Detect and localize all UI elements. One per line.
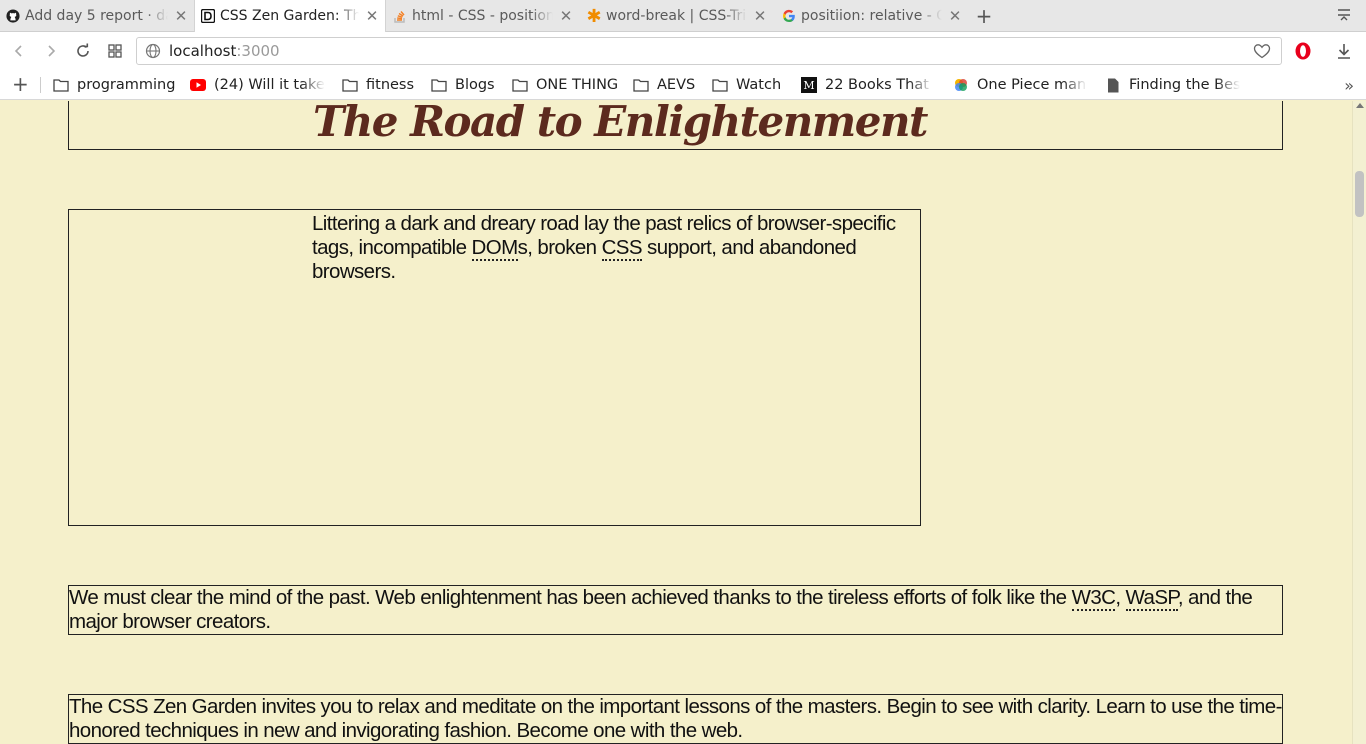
back-button[interactable] bbox=[8, 40, 30, 62]
folder-icon bbox=[342, 77, 358, 93]
google-icon bbox=[782, 9, 796, 23]
close-tab-icon[interactable]: ✕ bbox=[948, 9, 962, 24]
grid-icon bbox=[108, 44, 122, 58]
folder-icon bbox=[512, 77, 528, 93]
tab-css-zen-garden[interactable]: CSS Zen Garden: The ✕ bbox=[194, 0, 386, 32]
explanation-section: We must clear the mind of the past. Web … bbox=[68, 585, 1283, 635]
reload-icon bbox=[77, 43, 89, 57]
folder-icon bbox=[712, 77, 728, 93]
medium-icon: M bbox=[801, 77, 817, 93]
document-icon bbox=[1105, 77, 1121, 93]
bookmark-folder-blogs[interactable]: Blogs bbox=[431, 76, 495, 94]
globe-icon bbox=[145, 43, 161, 59]
bookmarks-separator bbox=[40, 77, 41, 93]
reload-button[interactable] bbox=[72, 40, 94, 62]
youtube-icon bbox=[190, 77, 206, 93]
tab-google-search[interactable]: positiion: relative - G ✕ bbox=[776, 0, 968, 32]
add-bookmark-button[interactable]: + bbox=[12, 74, 29, 94]
stackoverflow-icon bbox=[393, 9, 407, 23]
bookmark-folder-fitness[interactable]: fitness bbox=[342, 76, 414, 94]
tab-list-menu-icon[interactable] bbox=[1336, 7, 1352, 23]
page-header: The Road to Enlightenment bbox=[68, 101, 1283, 150]
participation-paragraph: The CSS Zen Garden invites you to relax … bbox=[69, 695, 1282, 742]
abbr-dom: DOM bbox=[471, 236, 518, 261]
bookmark-youtube[interactable]: (24) Will it take r bbox=[190, 76, 325, 94]
page-viewport: The Road to Enlightenment Littering a da… bbox=[0, 101, 1352, 744]
folder-icon bbox=[431, 77, 447, 93]
intro-paragraph: Littering a dark and dreary road lay the… bbox=[312, 212, 896, 283]
pinwheel-icon bbox=[953, 77, 969, 93]
url-port: :3000 bbox=[236, 42, 280, 60]
download-icon[interactable] bbox=[1336, 42, 1352, 60]
folder-icon bbox=[53, 77, 69, 93]
bookmark-folder-one-thing[interactable]: ONE THING bbox=[512, 76, 618, 94]
opera-icon[interactable] bbox=[1294, 42, 1312, 60]
bookmark-folder-watch[interactable]: Watch bbox=[712, 76, 781, 94]
forward-arrow-icon bbox=[48, 45, 56, 57]
forward-button[interactable] bbox=[40, 40, 62, 62]
back-arrow-icon bbox=[14, 45, 22, 57]
tab-css-tricks[interactable]: ✱ word-break | CSS-Tric ✕ bbox=[581, 0, 773, 32]
abbr-css: CSS bbox=[601, 236, 643, 261]
tab-stackoverflow[interactable]: html - CSS - position ✕ bbox=[387, 0, 579, 32]
intro-section: Littering a dark and dreary road lay the… bbox=[68, 209, 921, 526]
url-host: localhost bbox=[169, 42, 237, 60]
abbr-w3c: W3C bbox=[1071, 586, 1116, 611]
speed-dial-button[interactable] bbox=[104, 40, 126, 62]
bookmark-finding-the-best[interactable]: Finding the Best bbox=[1105, 76, 1240, 94]
bookmark-folder-aevs[interactable]: AEVS bbox=[633, 76, 695, 94]
abbr-wasp: WaSP bbox=[1125, 586, 1178, 611]
csstricks-icon: ✱ bbox=[586, 5, 602, 27]
bookmark-one-piece[interactable]: One Piece mang bbox=[953, 76, 1087, 94]
page-title: The Road to Enlightenment bbox=[313, 101, 928, 146]
participation-section: The CSS Zen Garden invites you to relax … bbox=[68, 694, 1283, 744]
explanation-paragraph: We must clear the mind of the past. Web … bbox=[69, 586, 1253, 633]
close-tab-icon[interactable]: ✕ bbox=[753, 9, 767, 24]
folder-icon bbox=[633, 77, 649, 93]
address-bar[interactable]: localhost:3000 bbox=[136, 37, 1282, 65]
tab-bar: Add day 5 report · da ✕ CSS Zen Garden: … bbox=[0, 0, 1366, 32]
scrollbar-thumb[interactable] bbox=[1355, 171, 1364, 217]
bookmark-heart-icon[interactable] bbox=[1253, 43, 1271, 59]
bookmarks-bar: + programming (24) Will it take r fitnes… bbox=[0, 70, 1366, 100]
vertical-scrollbar[interactable] bbox=[1352, 101, 1366, 744]
scroll-up-arrow-icon[interactable] bbox=[1356, 103, 1364, 108]
dev-icon bbox=[201, 9, 215, 23]
bookmarks-overflow-chevron-icon[interactable]: » bbox=[1344, 76, 1354, 95]
close-tab-icon[interactable]: ✕ bbox=[559, 9, 573, 24]
github-icon bbox=[6, 9, 20, 23]
bookmark-folder-programming[interactable]: programming bbox=[53, 76, 175, 94]
tab-github[interactable]: Add day 5 report · da ✕ bbox=[0, 0, 194, 32]
close-tab-icon[interactable]: ✕ bbox=[365, 9, 379, 24]
new-tab-button[interactable]: + bbox=[974, 4, 994, 28]
navigation-toolbar: localhost:3000 bbox=[0, 32, 1366, 70]
bookmark-medium[interactable]: M 22 Books That E bbox=[801, 76, 933, 94]
close-tab-icon[interactable]: ✕ bbox=[174, 9, 188, 24]
